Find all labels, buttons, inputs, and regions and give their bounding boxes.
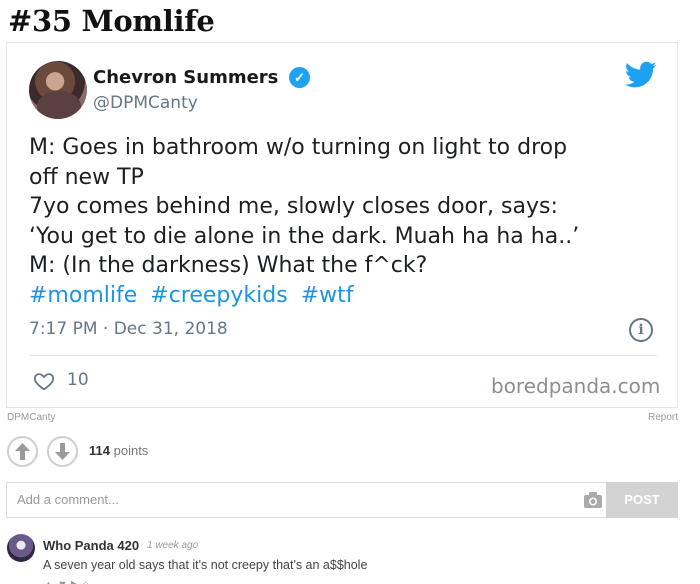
- arrow-down-icon: [55, 443, 70, 460]
- commenter-name[interactable]: Who Panda 420: [43, 538, 139, 553]
- like-count: 10: [67, 370, 89, 390]
- hashtag-link[interactable]: #momlife: [29, 283, 137, 308]
- tweet-timestamp[interactable]: 7:17 PM · Dec 31, 2018: [29, 319, 228, 339]
- tweet-card: Chevron Summers ✓ @DPMCanty M: Goes in b…: [6, 42, 678, 408]
- image-credit[interactable]: DPMCanty: [7, 412, 55, 423]
- author-avatar[interactable]: [29, 61, 87, 119]
- divider: [29, 355, 657, 356]
- tweet-line: M: (In the darkness) What the f^ck?: [29, 253, 428, 278]
- tweet-line: 7yo comes behind me, slowly closes door,…: [29, 194, 558, 219]
- hashtag-row: #momlife #creepykids #wtf: [29, 281, 659, 311]
- tweet-line: M: Goes in bathroom w/o turning on light…: [29, 135, 568, 160]
- upvote-button[interactable]: [7, 436, 38, 467]
- report-link[interactable]: Report: [648, 412, 678, 423]
- points-count: 114 points: [89, 443, 148, 458]
- heart-icon[interactable]: [33, 370, 55, 392]
- arrow-up-icon: [15, 443, 30, 460]
- commenter-avatar[interactable]: [7, 534, 35, 562]
- watermark: boredpanda.com: [491, 374, 661, 398]
- info-icon[interactable]: i: [629, 318, 653, 342]
- tweet-line: off new TP: [29, 164, 144, 190]
- hashtag-link[interactable]: #creepykids: [150, 283, 287, 308]
- verified-icon: ✓: [289, 67, 310, 88]
- points-value: 114: [89, 443, 110, 458]
- comment-input[interactable]: Add a comment...: [6, 482, 607, 518]
- comment-time: 1 week ago: [147, 540, 199, 551]
- hashtag-link[interactable]: #wtf: [301, 283, 354, 308]
- author-name[interactable]: Chevron Summers: [93, 67, 278, 88]
- points-label: points: [113, 443, 149, 458]
- downvote-button[interactable]: [47, 436, 78, 467]
- page-title: #35 Momlife: [8, 4, 215, 38]
- camera-icon[interactable]: [584, 492, 602, 508]
- twitter-icon[interactable]: [625, 61, 657, 89]
- tweet-line: ‘You get to die alone in the dark. Muah …: [29, 223, 580, 249]
- comment-text: A seven year old says that it's not cree…: [43, 558, 368, 572]
- tweet-text: M: Goes in bathroom w/o turning on light…: [29, 133, 659, 310]
- comment-actions[interactable]: ▲ ▼ ▶ ○: [43, 578, 103, 584]
- post-button[interactable]: POST: [606, 482, 678, 518]
- author-handle[interactable]: @DPMCanty: [93, 93, 198, 113]
